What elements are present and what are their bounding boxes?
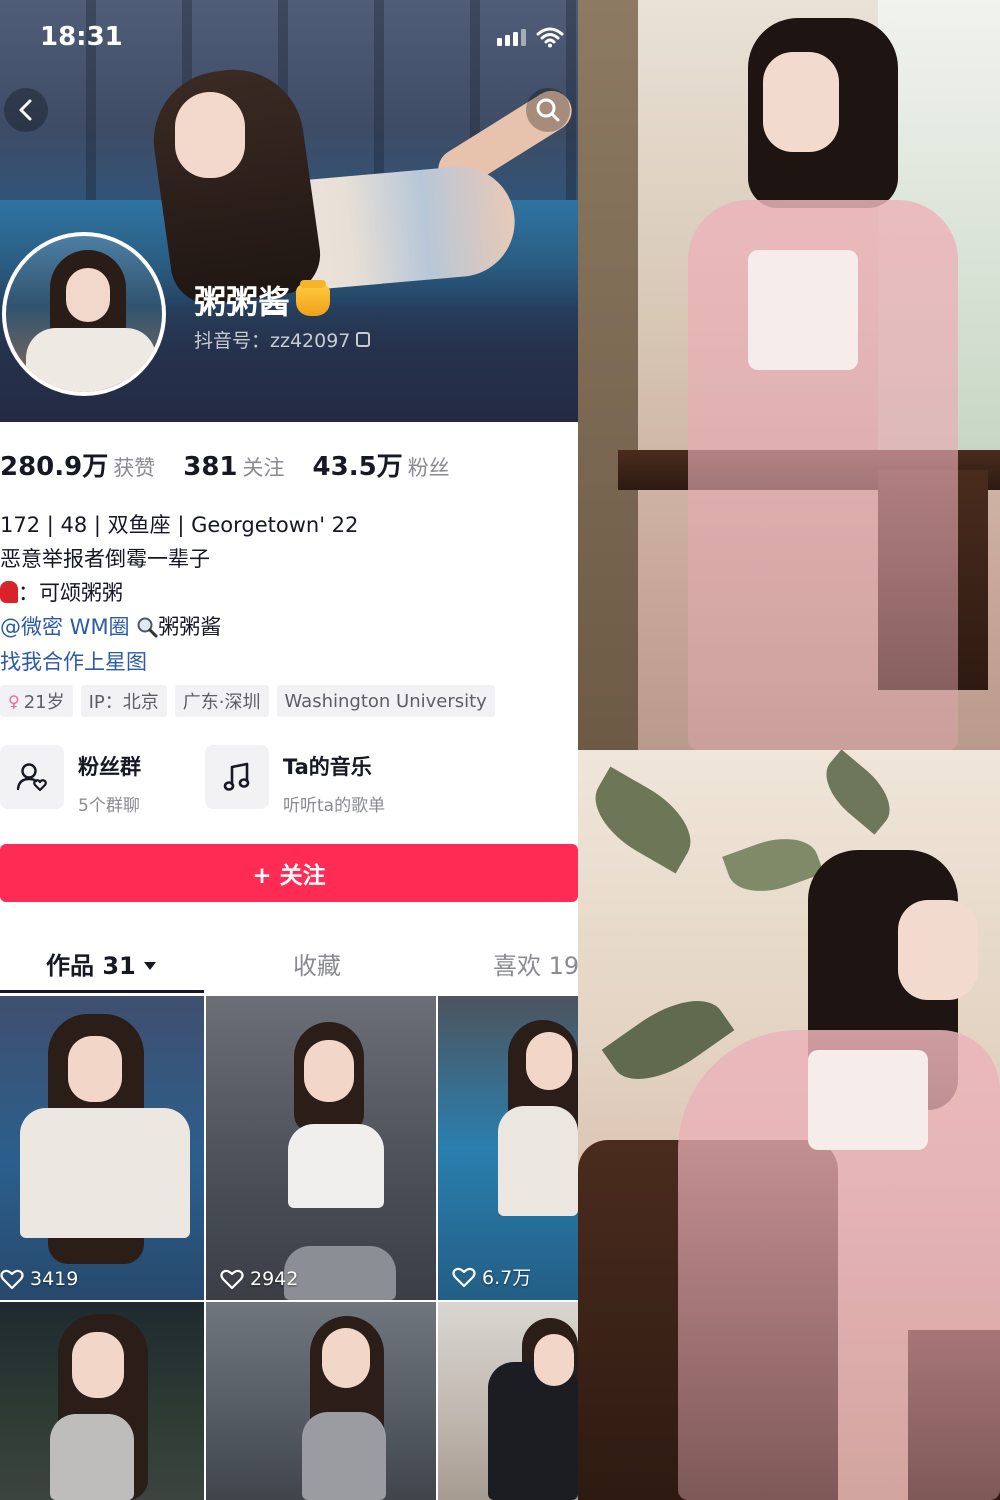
wallpaper-leaf: [813, 750, 903, 835]
bio-line-1: 172 | 48 | 双鱼座 | Georgetown' 22: [0, 513, 359, 537]
wallpaper-leaf: [580, 766, 706, 874]
stat-following-value: 381: [183, 452, 238, 482]
scarf-emoji-icon: [0, 581, 18, 603]
search-icon: [536, 98, 560, 122]
lace-bodice: [748, 250, 858, 370]
bio-line-2: 恶意举报者倒霉一辈子: [0, 547, 210, 571]
honey-jar-icon: [296, 280, 331, 316]
douyin-id-text: 抖音号：zz42097: [194, 330, 351, 352]
bio-line-3: ：可颂粥粥: [0, 577, 123, 607]
heart-icon: [452, 1267, 476, 1287]
video-likes-count: 2942: [250, 1268, 299, 1290]
stat-followers-label: 粉丝: [407, 456, 450, 480]
bio-line-4: @微密 WM圈 粥粥酱: [0, 611, 221, 641]
tab-works[interactable]: 作品 31: [46, 946, 156, 981]
tab-works-label: 作品 31: [46, 952, 136, 980]
face-shape: [898, 900, 978, 1000]
stat-following-label: 关注: [242, 456, 285, 480]
tag-age: ♀ 21岁: [0, 685, 73, 717]
stat-followers-value: 43.5万: [312, 452, 403, 482]
lace-bodice: [808, 1050, 928, 1150]
video-thumb[interactable]: 6.7万: [438, 996, 578, 1300]
back-button[interactable]: [4, 88, 48, 132]
profile-tags: ♀ 21岁 IP：北京 广东·深圳 Washington University: [0, 685, 495, 717]
bio-line-4-text: 粥粥酱: [158, 615, 222, 639]
bio-star-link[interactable]: 找我合作上星图: [0, 646, 147, 676]
wifi-icon: [536, 27, 564, 48]
profile-stats: 280.9万 获赞 381 关注 43.5万 粉丝: [0, 446, 450, 483]
tag-ip: IP：北京: [80, 685, 167, 717]
female-icon: ♀: [8, 691, 20, 711]
bio-mention-link[interactable]: @微密 WM圈: [0, 615, 130, 639]
music-note-icon: [205, 745, 269, 809]
heart-icon: [220, 1269, 244, 1290]
stat-following[interactable]: 381 关注: [183, 452, 284, 482]
tab-favorites[interactable]: 收藏: [293, 946, 341, 981]
cover-figure-face: [175, 92, 245, 178]
video-grid: 3419 2942 6.7万: [0, 996, 578, 1500]
fan-group-title: 粉丝群: [78, 755, 141, 779]
tag-age-text: 21岁: [23, 692, 65, 713]
video-thumb[interactable]: [438, 1302, 578, 1500]
music-entry[interactable]: Ta的音乐 听听ta的歌单: [205, 745, 385, 816]
curtain: [578, 0, 638, 750]
video-thumb[interactable]: 2942: [206, 996, 436, 1300]
video-thumb[interactable]: 3419: [0, 996, 204, 1300]
video-likes-count: 3419: [30, 1268, 79, 1290]
video-likes: 3419: [0, 1268, 78, 1290]
status-time: 18:31: [40, 22, 123, 52]
stat-likes-label: 获赞: [113, 456, 156, 480]
profile-header-cover: 18:31 粥粥酱 抖音号：zz42097: [0, 0, 578, 422]
tab-likes[interactable]: 喜欢 19: [493, 946, 578, 981]
video-thumb[interactable]: [206, 1302, 436, 1500]
stat-likes-value: 280.9万: [0, 452, 109, 482]
music-subtitle: 听听ta的歌单: [283, 796, 386, 816]
search-button[interactable]: [526, 88, 570, 132]
caret-down-icon: [143, 962, 156, 970]
douyin-id[interactable]: 抖音号：zz42097: [194, 326, 371, 353]
nickname: 粥粥酱: [194, 277, 331, 323]
fan-group-entry[interactable]: 粉丝群 5个群聊: [0, 745, 141, 816]
douyin-profile-screen: 18:31 粥粥酱 抖音号：zz42097 280.9万 获赞 381 关注 4…: [0, 0, 578, 1500]
stat-likes[interactable]: 280.9万 获赞: [0, 446, 155, 483]
magnifier-emoji-icon: [137, 617, 158, 638]
stat-followers[interactable]: 43.5万 粉丝: [313, 446, 450, 483]
content-tabs: 作品 31 收藏 喜欢 19: [0, 940, 578, 996]
bio-line-3-text: ：可颂粥粥: [18, 581, 123, 605]
face-shape: [763, 52, 839, 152]
photo-top-right: [578, 0, 1000, 750]
signal-icon: [497, 28, 526, 46]
tag-school[interactable]: Washington University: [276, 685, 495, 717]
heart-icon: [0, 1269, 24, 1290]
video-likes-count: 6.7万: [482, 1267, 532, 1289]
follow-button[interactable]: + 关注: [0, 844, 578, 902]
chevron-left-icon: [19, 99, 32, 121]
fan-group-icon: [0, 745, 64, 809]
music-title: Ta的音乐: [283, 755, 372, 779]
photo-bottom-right: [578, 750, 1000, 1500]
tag-location: 广东·深圳: [174, 685, 269, 717]
avatar[interactable]: [2, 232, 166, 396]
fan-group-subtitle: 5个群聊: [78, 796, 140, 816]
video-likes: 2942: [220, 1268, 298, 1290]
nickname-text: 粥粥酱: [194, 283, 291, 321]
copy-icon[interactable]: [356, 332, 371, 347]
video-likes: 6.7万: [452, 1263, 531, 1290]
status-icons: [497, 26, 564, 48]
video-thumb[interactable]: [0, 1302, 204, 1500]
tab-underline: [0, 990, 204, 993]
